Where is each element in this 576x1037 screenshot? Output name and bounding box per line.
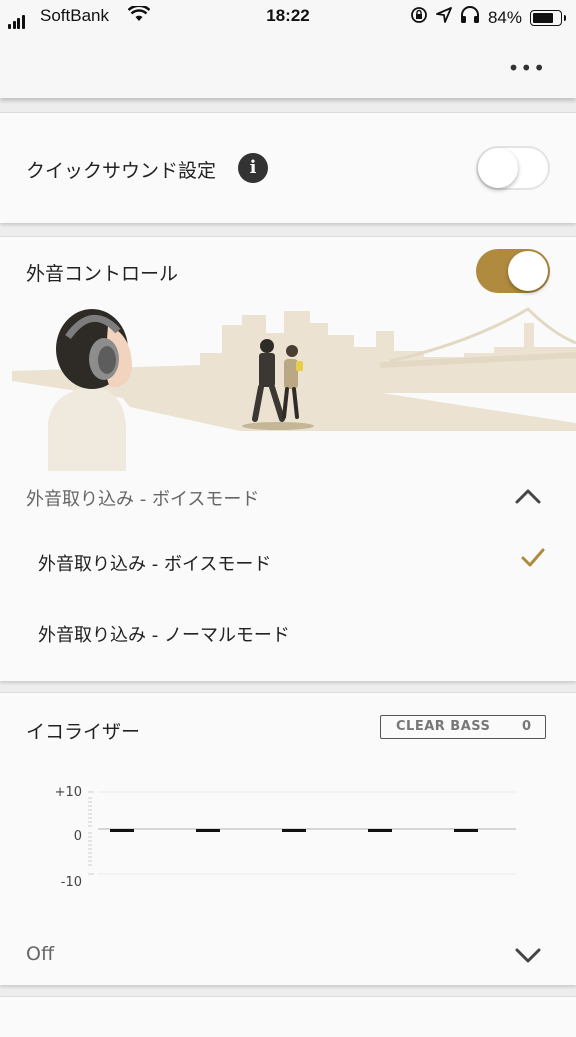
eq-band-marker[interactable] <box>196 829 220 832</box>
equalizer-preset[interactable]: Off <box>26 943 54 965</box>
battery-icon <box>530 9 566 26</box>
more-options-icon[interactable]: ••• <box>508 56 546 80</box>
quick-sound-label: クイックサウンド設定 <box>26 160 217 182</box>
ambient-control-card: 外音コントロール 外音取り込み - ボイスモード 外音取り込み - ボイスモード… <box>0 236 576 681</box>
clear-bass-badge: CLEAR BASS 0 <box>380 715 546 739</box>
eq-tick-zero: 0 <box>73 829 82 844</box>
location-icon <box>436 7 452 28</box>
ambient-mode-option-voice[interactable]: 外音取り込み - ボイスモード <box>38 550 271 576</box>
rotation-lock-icon <box>410 6 428 29</box>
eq-band-marker[interactable] <box>282 829 306 832</box>
checkmark-icon <box>520 545 546 575</box>
toggle-knob <box>508 251 548 291</box>
headphones-icon <box>460 6 480 29</box>
eq-band-marker[interactable] <box>368 829 392 832</box>
ambient-illustration <box>12 307 576 471</box>
equalizer-graph[interactable] <box>88 785 518 885</box>
ambient-control-toggle[interactable] <box>476 249 550 293</box>
clear-bass-label: CLEAR BASS <box>396 719 491 734</box>
ambient-mode-current[interactable]: 外音取り込み - ボイスモード <box>26 485 259 511</box>
next-card <box>0 996 576 1037</box>
eq-band-marker[interactable] <box>110 829 134 832</box>
nav-bar: ••• <box>0 34 576 98</box>
ambient-control-title: 外音コントロール <box>26 263 179 285</box>
quick-sound-toggle[interactable] <box>476 146 550 190</box>
ambient-mode-option-normal[interactable]: 外音取り込み - ノーマルモード <box>38 621 290 647</box>
toggle-knob <box>478 148 518 188</box>
eq-tick-max: +10 <box>54 785 82 800</box>
info-icon[interactable]: i <box>238 153 268 183</box>
eq-tick-min: -10 <box>60 875 82 890</box>
battery-percent: 84% <box>487 7 522 27</box>
chevron-up-icon[interactable] <box>514 487 542 509</box>
status-bar: SoftBank 18:22 84% <box>0 0 576 34</box>
equalizer-card: イコライザー CLEAR BASS 0 +10 0 -10 Off <box>0 692 576 985</box>
chevron-down-icon[interactable] <box>514 946 542 968</box>
quick-sound-card: クイックサウンド設定 i <box>0 112 576 223</box>
clear-bass-value: 0 <box>521 719 531 734</box>
equalizer-title: イコライザー <box>26 721 141 743</box>
eq-band-marker[interactable] <box>454 829 478 832</box>
